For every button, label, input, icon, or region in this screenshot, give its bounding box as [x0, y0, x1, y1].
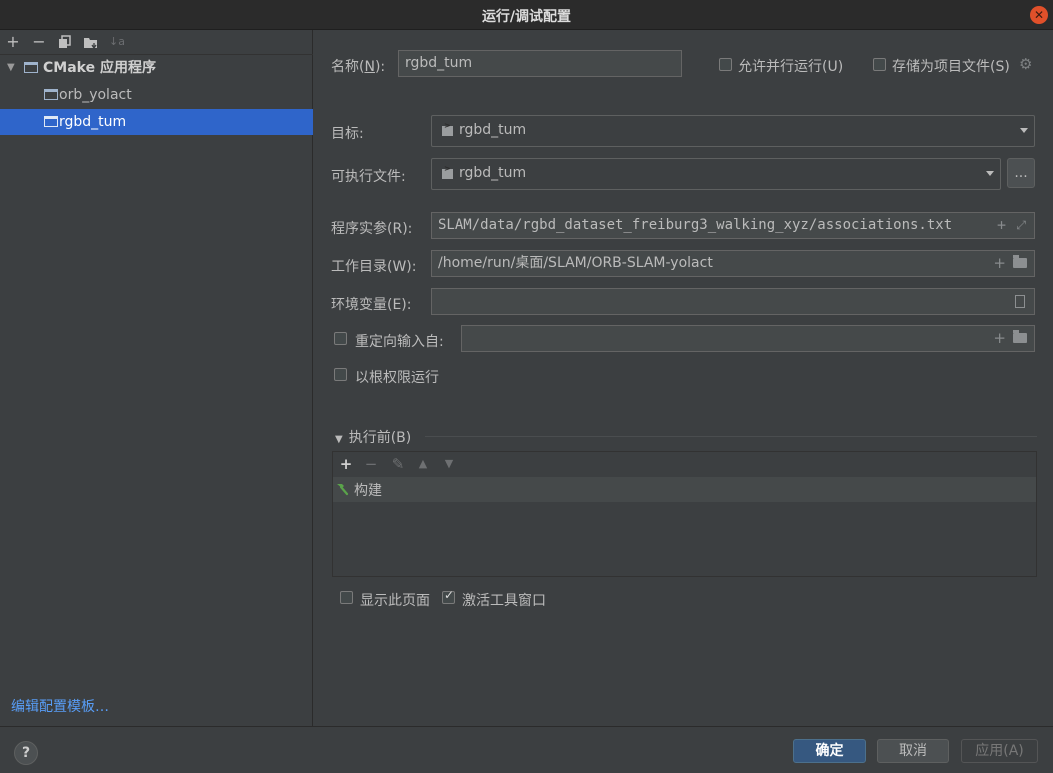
- target-value: rgbd_tum: [459, 122, 527, 138]
- plus-icon[interactable]: +: [993, 326, 1006, 351]
- before-launch-panel: + − ✎ ▲ ▼ 构建: [332, 451, 1037, 577]
- working-dir-value: /home/run/桌面/SLAM/ORB-SLAM-yolact: [438, 255, 713, 271]
- expand-icon[interactable]: ⤢: [1016, 213, 1026, 238]
- executable-icon: [442, 164, 453, 179]
- minus-icon: −: [364, 455, 378, 473]
- target-combo[interactable]: rgbd_tum: [431, 115, 1035, 147]
- allow-parallel-checkbox[interactable]: [719, 58, 732, 71]
- sort-icon: ↓a: [109, 35, 125, 48]
- list-item[interactable]: 构建: [333, 477, 1036, 502]
- executable-combo[interactable]: rgbd_tum: [431, 158, 1001, 190]
- edit-templates-link[interactable]: 编辑配置模板…: [11, 696, 109, 716]
- arrow-down-icon: ▼: [444, 457, 454, 470]
- minus-icon: −: [32, 32, 46, 51]
- add-config-button[interactable]: +: [3, 32, 23, 52]
- close-icon: ✕: [1033, 8, 1045, 22]
- browse-executable-button[interactable]: ...: [1007, 158, 1035, 188]
- config-tree-panel: + − ↓a ▼ CMake 应用程序 orb_yolact rgbd_tum …: [0, 30, 313, 726]
- env-input[interactable]: [431, 288, 1035, 315]
- copy-config-button[interactable]: [55, 32, 75, 52]
- plus-icon[interactable]: +: [993, 251, 1006, 276]
- before-launch-title: 执行前(B): [348, 430, 412, 446]
- store-project-label: 存储为项目文件(S): [892, 59, 1010, 75]
- program-args-label: 程序实参(R):: [331, 221, 413, 237]
- show-page-label: 显示此页面: [360, 593, 430, 609]
- tree-group-label: CMake 应用程序: [43, 60, 156, 76]
- gear-icon[interactable]: ⚙: [1019, 55, 1032, 73]
- plus-icon[interactable]: +: [997, 213, 1006, 238]
- show-page-checkbox[interactable]: [340, 591, 353, 604]
- cmake-group-icon: [24, 62, 38, 73]
- plus-icon: +: [339, 455, 353, 473]
- folder-icon[interactable]: [1013, 255, 1027, 268]
- folder-icon[interactable]: [1013, 330, 1027, 343]
- redirect-input[interactable]: +: [461, 325, 1035, 352]
- name-label: 名称(N):: [331, 59, 386, 75]
- sort-button[interactable]: ↓a: [107, 32, 127, 52]
- folder-icon: [84, 38, 97, 50]
- env-label: 环境变量(E):: [331, 297, 412, 313]
- run-as-root-checkbox[interactable]: [334, 368, 347, 381]
- executable-label: 可执行文件:: [331, 169, 406, 185]
- working-dir-input[interactable]: /home/run/桌面/SLAM/ORB-SLAM-yolact +: [431, 250, 1035, 277]
- executable-value: rgbd_tum: [459, 165, 527, 181]
- tree-item-label: rgbd_tum: [59, 114, 127, 130]
- tree-toolbar: + − ↓a: [0, 30, 313, 55]
- remove-task-button[interactable]: −: [362, 455, 380, 473]
- help-button[interactable]: ?: [14, 741, 38, 765]
- remove-config-button[interactable]: −: [29, 32, 49, 52]
- title-bar: 运行/调试配置 ✕: [0, 0, 1053, 30]
- activate-tool-window-checkbox[interactable]: [442, 588, 455, 604]
- apply-button[interactable]: 应用(A): [961, 739, 1038, 763]
- pencil-icon: ✎: [391, 455, 405, 473]
- store-project-checkbox[interactable]: [873, 58, 886, 71]
- plus-icon: +: [6, 32, 20, 51]
- close-button[interactable]: ✕: [1030, 6, 1048, 24]
- program-args-value: SLAM/data/rgbd_dataset_freiburg3_walking…: [438, 217, 953, 233]
- program-args-input[interactable]: SLAM/data/rgbd_dataset_freiburg3_walking…: [431, 212, 1035, 239]
- before-launch-toolbar: + − ✎ ▲ ▼: [333, 452, 1036, 477]
- executable-icon: [442, 121, 453, 136]
- move-to-folder-button[interactable]: [81, 32, 101, 52]
- dialog-footer: ? 确定 取消 应用(A): [0, 726, 1053, 773]
- ok-button[interactable]: 确定: [793, 739, 866, 763]
- tree-item-label: orb_yolact: [59, 87, 132, 103]
- tree-group-cmake[interactable]: ▼ CMake 应用程序: [0, 55, 313, 81]
- move-down-button[interactable]: ▼: [440, 455, 458, 473]
- redirect-checkbox[interactable]: [334, 332, 347, 345]
- allow-parallel-label: 允许并行运行(U): [738, 59, 844, 75]
- chevron-down-icon: [1020, 128, 1028, 133]
- redirect-label: 重定向输入自:: [355, 334, 444, 350]
- chevron-down-icon: ▼: [335, 434, 343, 445]
- document-icon[interactable]: [1015, 295, 1025, 308]
- config-icon: [44, 89, 58, 100]
- name-input[interactable]: rgbd_tum: [398, 50, 682, 77]
- task-label: 构建: [354, 483, 382, 499]
- run-as-root-label: 以根权限运行: [355, 370, 439, 386]
- tree-item-rgbd-tum[interactable]: rgbd_tum: [0, 109, 313, 135]
- cancel-button[interactable]: 取消: [877, 739, 949, 763]
- arrow-up-icon: ▲: [418, 457, 428, 470]
- before-launch-header[interactable]: ▼ 执行前(B): [335, 427, 411, 447]
- edit-task-button[interactable]: ✎: [389, 455, 407, 473]
- hammer-icon: [337, 484, 349, 496]
- copy-icon: [59, 35, 71, 48]
- section-divider: [425, 436, 1037, 437]
- window-title: 运行/调试配置: [481, 9, 572, 25]
- chevron-down-icon: ▼: [7, 62, 15, 73]
- working-dir-label: 工作目录(W):: [331, 259, 417, 275]
- chevron-down-icon: [986, 171, 994, 176]
- move-up-button[interactable]: ▲: [414, 455, 432, 473]
- config-icon: [44, 116, 58, 127]
- target-label: 目标:: [331, 126, 364, 142]
- tree-item-orb-yolact[interactable]: orb_yolact: [0, 82, 313, 108]
- activate-tool-window-label: 激活工具窗口: [462, 593, 546, 609]
- add-task-button[interactable]: +: [337, 455, 355, 473]
